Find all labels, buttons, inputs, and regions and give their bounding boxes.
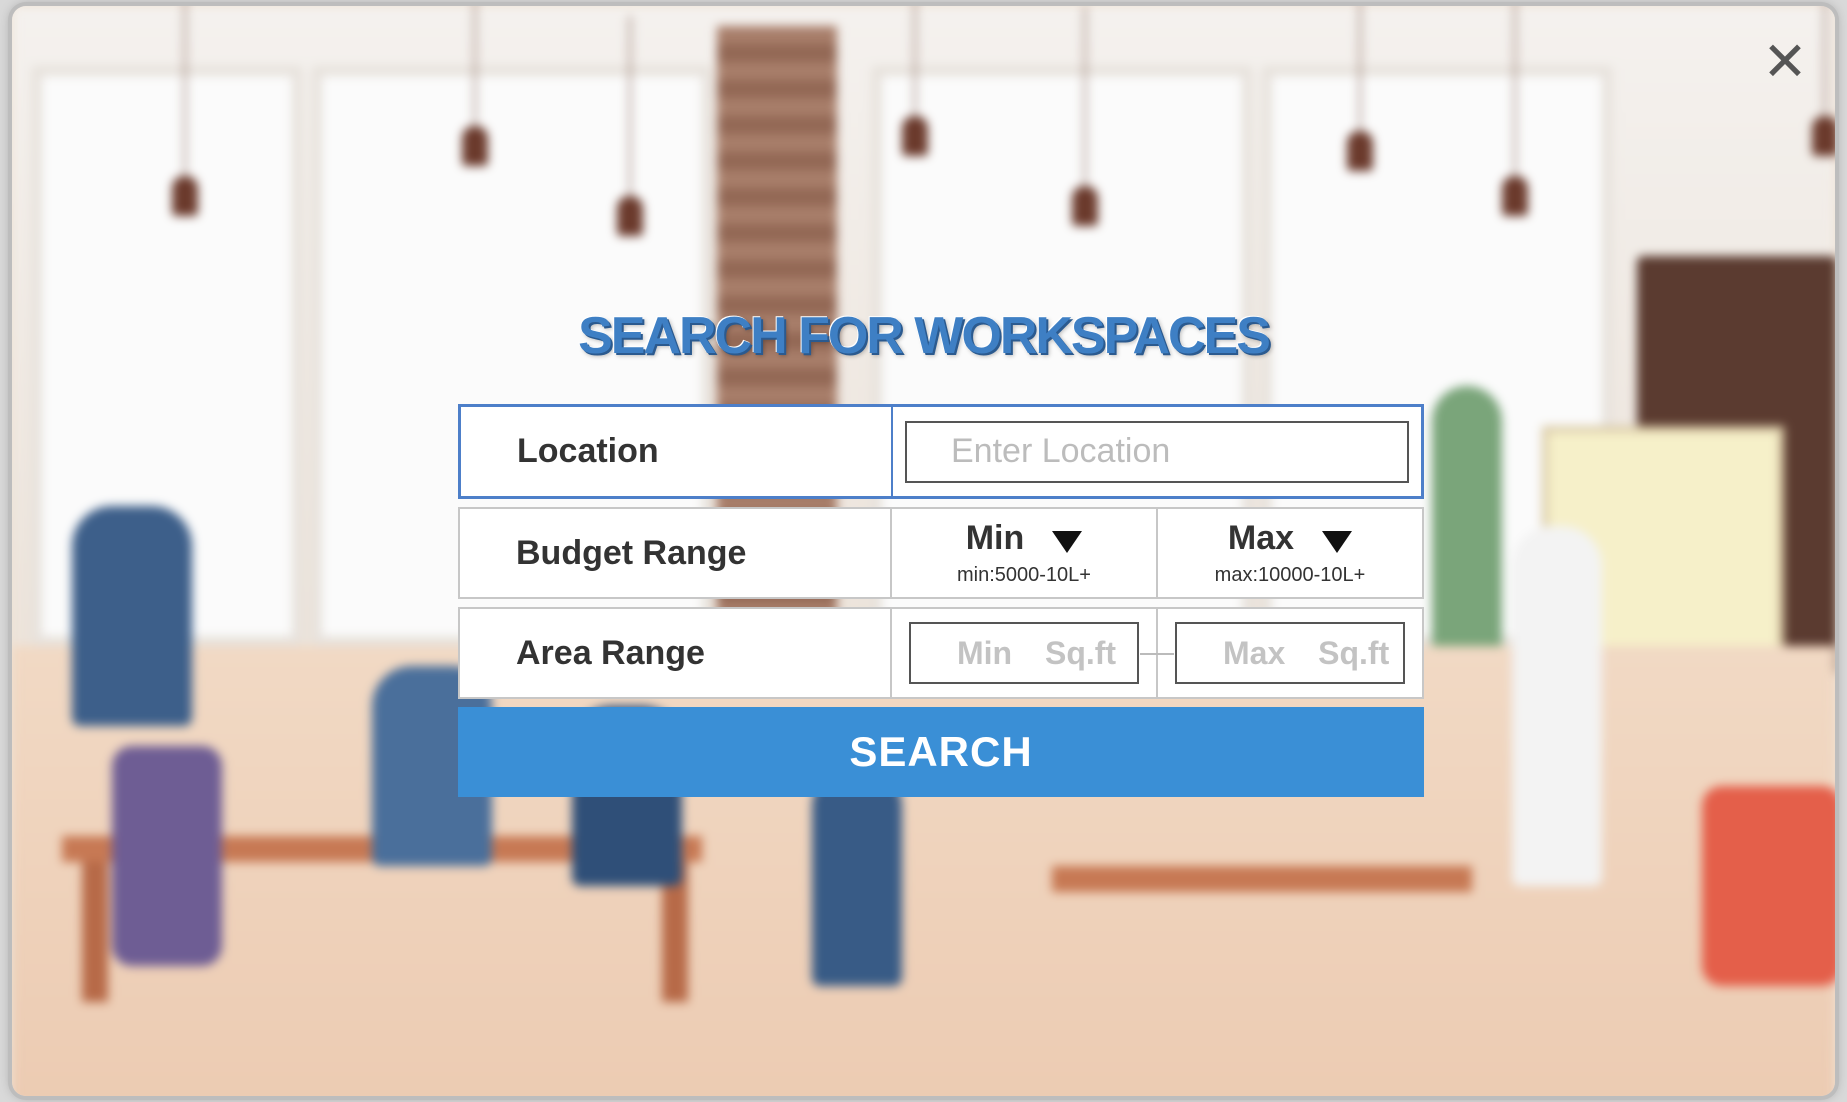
location-input-cell (893, 407, 1421, 496)
search-workspaces-modal: ✕ SEARCH FOR WORKSPACES Location Budget … (12, 6, 1835, 1096)
budget-min-label: Min (965, 519, 1025, 557)
area-min-cell (892, 609, 1156, 697)
background-chair (112, 746, 222, 966)
workspace-search-form: Location Budget Range Min min:5000-10L+ … (458, 404, 1424, 797)
pendant-lamp (1502, 6, 1528, 216)
area-max-cell (1140, 609, 1422, 697)
background-beanbag (1702, 786, 1835, 986)
caret-down-icon (1052, 530, 1083, 553)
area-min-input[interactable] (909, 622, 1139, 684)
pendant-lamp (1072, 6, 1098, 226)
budget-min-select-row: Min (966, 519, 1083, 558)
pendant-lamp (1347, 6, 1373, 171)
pendant-lamp (1812, 6, 1835, 156)
caret-down-icon (1322, 530, 1353, 553)
location-row: Location (458, 404, 1424, 499)
budget-max-select[interactable]: Max max:10000-10L+ (1156, 509, 1422, 597)
budget-max-label: Max (1227, 519, 1295, 557)
pendant-lamp (462, 6, 488, 166)
area-range-row: Area Range (458, 607, 1424, 699)
background-plant (1432, 386, 1502, 686)
budget-range-label: Budget Range (460, 509, 892, 597)
background-person (812, 766, 902, 986)
budget-max-hint: max:10000-10L+ (1214, 564, 1366, 586)
search-button[interactable]: SEARCH (458, 707, 1424, 797)
range-connector (1140, 653, 1174, 655)
background-person (1512, 526, 1602, 886)
background-desk (1052, 866, 1472, 892)
pendant-lamp (617, 16, 643, 236)
area-range-label: Area Range (460, 609, 892, 697)
budget-min-select[interactable]: Min min:5000-10L+ (892, 509, 1156, 597)
pendant-lamp (172, 6, 198, 216)
background-desk-leg (82, 862, 108, 1002)
budget-max-select-row: Max (1227, 519, 1353, 558)
page-title: SEARCH FOR WORKSPACES (578, 307, 1271, 365)
budget-min-hint: min:5000-10L+ (957, 564, 1091, 586)
location-label: Location (461, 407, 893, 496)
background-person (72, 506, 192, 726)
close-icon[interactable]: ✕ (1757, 34, 1813, 90)
location-input[interactable] (905, 420, 1409, 483)
pendant-lamp (902, 6, 928, 156)
area-max-input[interactable] (1175, 622, 1405, 684)
budget-range-row: Budget Range Min min:5000-10L+ Max max:1… (458, 507, 1424, 599)
